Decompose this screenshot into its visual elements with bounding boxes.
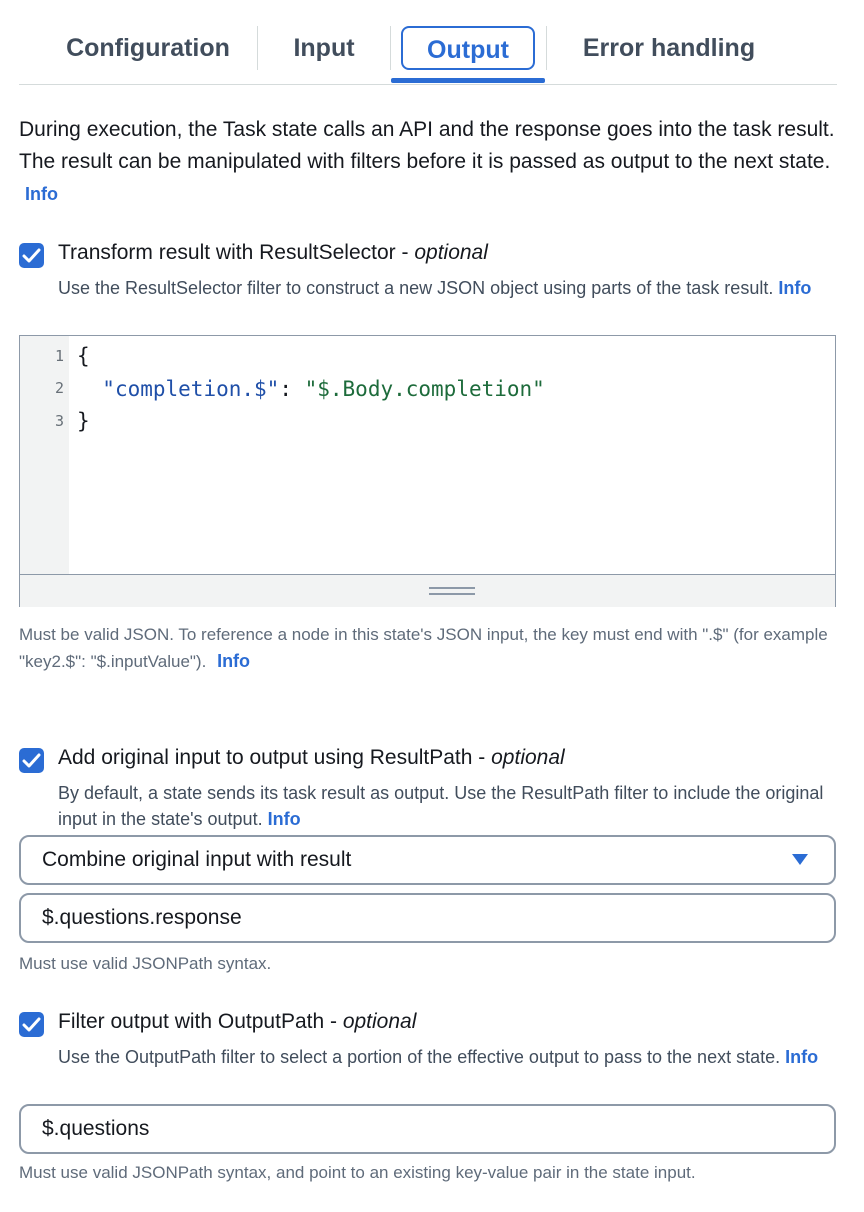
result-path-input[interactable]: $.questions.response (19, 893, 836, 943)
select-value: Combine original input with result (42, 848, 352, 871)
output-path-option: Filter output with OutputPath - optional… (19, 1010, 849, 1094)
description-text: During execution, the Task state calls a… (19, 118, 835, 173)
code-line: } (77, 409, 90, 433)
result-selector-description-text: Use the ResultSelector filter to constru… (58, 278, 774, 298)
result-path-description: By default, a state sends its task resul… (58, 780, 858, 832)
output-path-label: Filter output with OutputPath - optional (58, 1010, 417, 1033)
output-path-input[interactable]: $.questions (19, 1104, 836, 1154)
result-path-mode-select[interactable]: Combine original input with result (19, 835, 836, 885)
info-link[interactable]: Info (268, 809, 301, 829)
active-tab-indicator (391, 78, 545, 83)
tab-output[interactable]: Output (401, 26, 535, 70)
json-hint: Must be valid JSON. To reference a node … (19, 622, 839, 675)
code-line: { (77, 344, 90, 368)
tab-divider (257, 26, 258, 70)
info-link[interactable]: Info (785, 1047, 818, 1067)
info-link[interactable]: Info (25, 184, 58, 204)
code-line: "completion.$": "$.Body.completion" (77, 377, 545, 401)
tab-bar: Configuration Input Output Error handlin… (19, 20, 837, 85)
info-link[interactable]: Info (217, 651, 250, 671)
result-path-label: Add original input to output using Resul… (58, 746, 565, 769)
check-icon (22, 1017, 41, 1032)
tab-input[interactable]: Input (269, 26, 379, 70)
result-path-checkbox[interactable] (19, 748, 44, 773)
optional-tag: optional (414, 241, 488, 264)
input-value: $.questions (42, 1117, 150, 1140)
check-icon (22, 753, 41, 768)
result-path-description-text: By default, a state sends its task resul… (58, 783, 824, 829)
result-selector-option: Transform result with ResultSelector - o… (19, 241, 849, 331)
json-separator: : (279, 377, 305, 401)
optional-tag: optional (342, 1010, 417, 1033)
result-selector-json-editor[interactable]: 1 2 3 { "completion.$": "$.Body.completi… (19, 335, 836, 607)
output-path-description: Use the OutputPath filter to select a po… (58, 1044, 858, 1070)
line-number: 3 (54, 412, 64, 430)
json-key: "completion.$" (102, 377, 280, 401)
output-path-title: Filter output with OutputPath (58, 1010, 325, 1033)
output-path-hint: Must use valid JSONPath syntax, and poin… (19, 1163, 696, 1182)
result-path-title: Add original input to output using Resul… (58, 746, 473, 769)
output-path-description-text: Use the OutputPath filter to select a po… (58, 1047, 781, 1067)
line-number-gutter (20, 336, 69, 574)
tab-divider (546, 26, 547, 70)
line-number: 1 (54, 347, 64, 365)
caret-down-icon (792, 854, 808, 865)
result-selector-title: Transform result with ResultSelector (58, 241, 396, 264)
tab-divider (390, 26, 391, 70)
editor-resize-handle[interactable] (20, 574, 835, 607)
json-value: "$.Body.completion" (304, 377, 545, 401)
result-selector-checkbox[interactable] (19, 243, 44, 268)
result-path-option: Add original input to output using Resul… (19, 746, 849, 830)
grip-icon (429, 587, 475, 589)
tab-error-handling[interactable]: Error handling (559, 26, 779, 70)
input-value: $.questions.response (42, 906, 242, 929)
result-path-hint: Must use valid JSONPath syntax. (19, 954, 272, 973)
result-selector-label: Transform result with ResultSelector - o… (58, 241, 488, 264)
optional-tag: optional (491, 746, 565, 769)
output-path-checkbox[interactable] (19, 1012, 44, 1037)
json-hint-text: Must be valid JSON. To reference a node … (19, 625, 828, 671)
output-description: During execution, the Task state calls a… (19, 114, 839, 210)
tab-configuration[interactable]: Configuration (39, 26, 257, 70)
grip-icon (429, 593, 475, 595)
info-link[interactable]: Info (778, 278, 811, 298)
check-icon (22, 248, 41, 263)
result-selector-description: Use the ResultSelector filter to constru… (58, 275, 848, 301)
line-number: 2 (54, 379, 64, 397)
